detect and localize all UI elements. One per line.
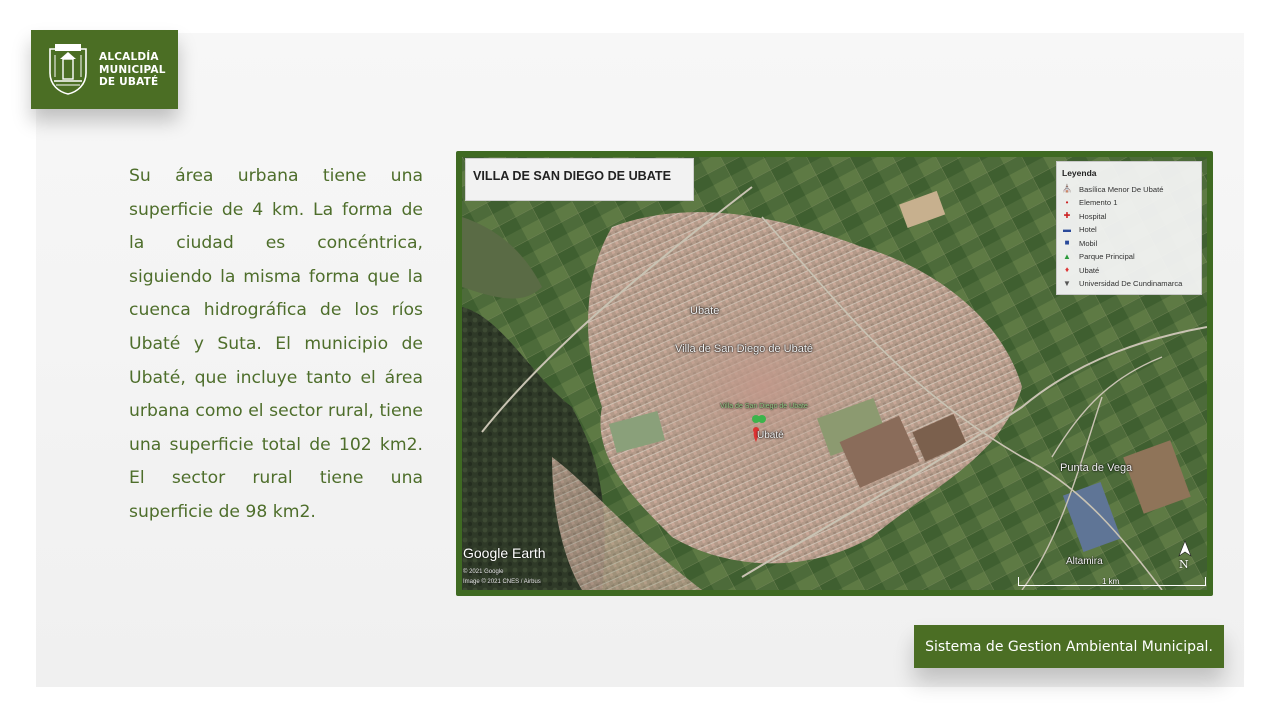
legend-item: ▼ Universidad De Cundinamarca [1062, 278, 1182, 290]
legend-item-label: Hotel [1079, 225, 1097, 234]
bed-icon: ▬ [1063, 224, 1071, 234]
hospital-icon: ✚ [1063, 211, 1071, 220]
google-earth-logo: Google Earth [463, 545, 546, 561]
legend-item: ▲ Parque Principal [1062, 251, 1135, 263]
legend-item: ■ Mobil [1062, 237, 1098, 249]
legend-item-label: Elemento 1 [1079, 198, 1118, 207]
pin-icon: ♦ [1064, 265, 1070, 274]
logo-text: ALCALDÍA MUNICIPAL DE UBATÉ [99, 51, 166, 89]
description-paragraph: Su área urbana tiene una superficie de 4… [129, 166, 423, 522]
municipal-shield-icon [49, 44, 87, 95]
logo-line-2: MUNICIPAL [99, 63, 166, 76]
legend-item: • Elemento 1 [1062, 197, 1118, 209]
legend-item: ▬ Hotel [1062, 224, 1097, 236]
map-label-punta-de-vega: Punta de Vega [1060, 462, 1133, 474]
map-title: VILLA DE SAN DIEGO DE UBATE [473, 169, 672, 183]
legend-item: ♦ Ubaté [1062, 264, 1099, 276]
map-label-villa: Villa de San Diego de Ubaté [675, 343, 814, 355]
map-label-altamira: Altamira [1066, 556, 1103, 567]
logo-line-1: ALCALDÍA [99, 51, 159, 63]
legend-item-label: Universidad De Cundinamarca [1079, 279, 1183, 288]
map-title-box: VILLA DE SAN DIEGO DE UBATE [465, 158, 694, 201]
map-label-ubate-top: Ubate [690, 305, 720, 317]
map-credit-google: © 2021 Google [463, 569, 504, 575]
legend-item-label: Mobil [1079, 238, 1098, 248]
footer-tag[interactable]: Sistema de Gestion Ambiental Municipal. [914, 625, 1224, 668]
scale-label: 1 km [1102, 577, 1120, 586]
legend-item-label: Parque Principal [1079, 252, 1135, 261]
map-label-ubate-pin: Ubaté [757, 430, 784, 441]
legend-item-label: Basílica Menor De Ubaté [1079, 184, 1164, 194]
logo-badge[interactable]: ALCALDÍA MUNICIPAL DE UBATÉ [31, 30, 178, 109]
map-credit-image: Image © 2021 CNES / Airbus [463, 579, 541, 585]
legend-item-label: Hospital [1079, 211, 1107, 221]
north-label: N [1179, 558, 1189, 571]
logo-line-3: DE UBATÉ [99, 76, 159, 88]
legend-item: ✚ Hospital [1062, 210, 1107, 222]
legend-item-label: Ubaté [1079, 265, 1100, 275]
tree-icon: ▲ [1063, 251, 1071, 261]
map-label-villa-small: Villa de San Diego de Ubate [720, 403, 808, 410]
legend-title: Leyenda [1062, 168, 1097, 178]
graduation-icon: ▼ [1063, 278, 1071, 288]
fuel-icon: ■ [1064, 238, 1070, 247]
dot-icon: • [1065, 197, 1069, 207]
legend-item: ⛪ Basílica Menor De Ubaté [1062, 183, 1163, 195]
church-icon: ⛪ [1062, 184, 1072, 193]
map-legend: Leyenda ⛪ Basílica Menor De Ubaté • Elem… [1056, 161, 1202, 295]
